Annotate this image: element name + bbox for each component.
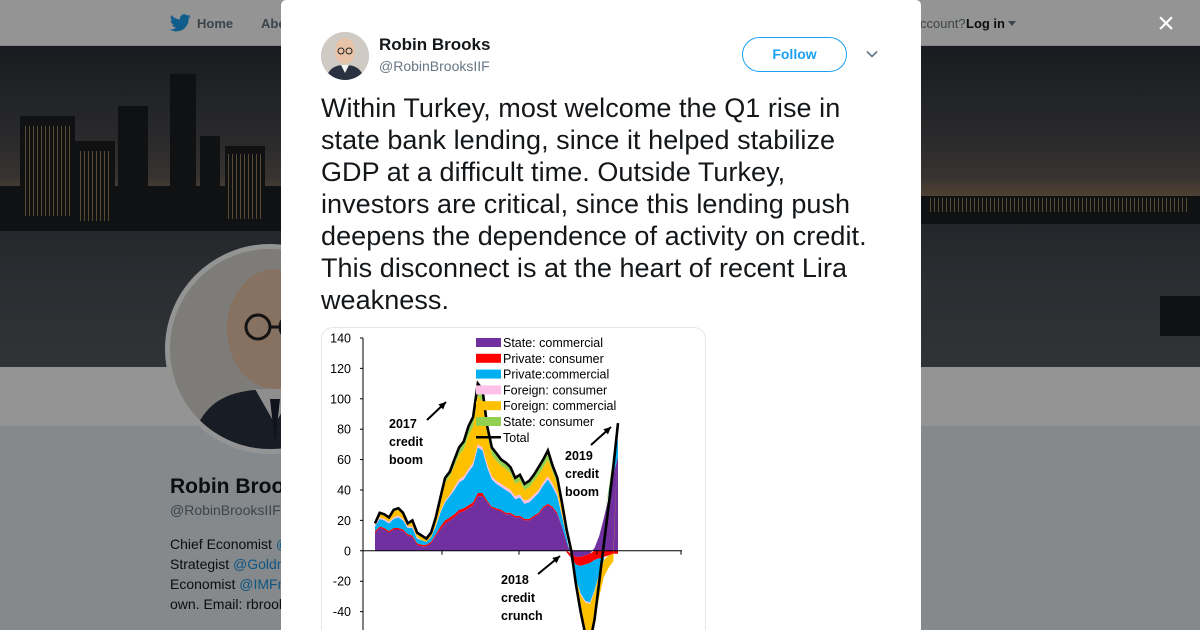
chart-annotation: boom xyxy=(389,453,423,467)
y-tick-label: 140 xyxy=(330,332,351,346)
tweet-text: Within Turkey, most welcome the Q1 rise … xyxy=(321,93,867,315)
chart-annotation: 2018 xyxy=(501,573,529,587)
tweet-chart-image[interactable]: 140120100806040200-20-40-60State: commer… xyxy=(321,327,706,630)
y-tick-label: 120 xyxy=(330,362,351,376)
chart-annotation: 2019 xyxy=(565,449,593,463)
y-tick-label: 40 xyxy=(337,484,351,498)
legend-swatch xyxy=(476,401,501,411)
legend-label: Total xyxy=(503,431,529,445)
close-icon[interactable]: × xyxy=(1154,9,1178,39)
legend-swatch xyxy=(476,385,501,395)
tweet-author-avatar[interactable] xyxy=(321,32,369,80)
legend-swatch xyxy=(476,369,501,379)
legend-swatch xyxy=(476,417,501,426)
chart-annotation: 2017 xyxy=(389,417,417,431)
chart-annotation: crunch xyxy=(501,609,543,623)
y-tick-label: -20 xyxy=(333,575,351,589)
y-tick-label: 60 xyxy=(337,453,351,467)
chevron-down-icon[interactable] xyxy=(866,48,878,60)
y-tick-label: 100 xyxy=(330,392,351,406)
legend-label: Foreign: consumer xyxy=(503,383,607,397)
tweet-author-name[interactable]: Robin Brooks xyxy=(379,35,490,55)
tweet-author-handle[interactable]: @RobinBrooksIIF xyxy=(379,58,490,74)
legend-label: Private: consumer xyxy=(503,352,604,366)
chart-annotation: credit xyxy=(389,435,424,449)
y-tick-label: 0 xyxy=(344,544,351,558)
chart-annotation: credit xyxy=(565,467,600,481)
legend-swatch xyxy=(476,338,501,347)
legend-label: Private:commercial xyxy=(503,368,609,382)
y-tick-label: 80 xyxy=(337,423,351,437)
tweet-modal: Robin Brooks @RobinBrooksIIF Follow With… xyxy=(281,0,921,630)
y-tick-label: -40 xyxy=(333,605,351,619)
legend-swatch xyxy=(476,353,501,363)
legend-label: State: commercial xyxy=(503,336,603,350)
legend-label: Foreign: commercial xyxy=(503,399,616,413)
y-tick-label: 20 xyxy=(337,514,351,528)
follow-button[interactable]: Follow xyxy=(742,37,847,72)
person-portrait-icon xyxy=(321,32,369,80)
chart-annotation: credit xyxy=(501,591,536,605)
legend-label: State: consumer xyxy=(503,415,594,429)
credit-chart: 140120100806040200-20-40-60State: commer… xyxy=(330,332,682,630)
chart-annotation: boom xyxy=(565,485,599,499)
